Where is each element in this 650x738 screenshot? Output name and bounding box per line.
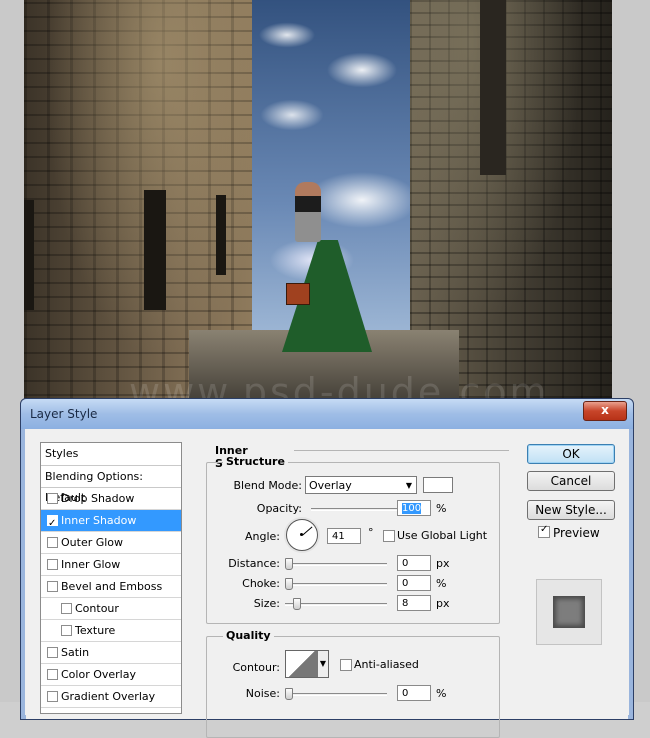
- noise-slider[interactable]: [285, 688, 387, 700]
- preview-label: Preview: [553, 526, 600, 540]
- styles-header[interactable]: Styles: [41, 443, 181, 466]
- choke-slider-thumb[interactable]: [285, 578, 293, 590]
- noise-label: Noise:: [245, 687, 280, 700]
- quality-title: Quality: [223, 629, 274, 642]
- wall-window: [216, 195, 226, 275]
- contour-label: Contour:: [232, 661, 280, 674]
- style-item-label: Satin: [61, 646, 90, 659]
- structure-group: Structure Blend Mode: Overlay ▼ Opacity:…: [206, 455, 500, 624]
- style-item-label: Inner Glow: [61, 558, 121, 571]
- style-item-label: Gradient Overlay: [61, 690, 156, 703]
- opacity-input[interactable]: 100: [397, 500, 431, 516]
- use-global-light-checkbox[interactable]: [383, 530, 395, 542]
- style-checkbox[interactable]: [47, 647, 58, 658]
- style-checkbox[interactable]: [47, 559, 58, 570]
- style-item-bevel-and-emboss[interactable]: Bevel and Emboss: [41, 576, 181, 598]
- quality-group: Quality Contour: ▼ Anti-aliased Noise: 0…: [206, 629, 500, 738]
- noise-slider-thumb[interactable]: [285, 688, 293, 700]
- blending-options-item[interactable]: Blending Options: Default: [41, 466, 181, 504]
- style-checkbox[interactable]: [47, 537, 58, 548]
- distance-slider-thumb[interactable]: [285, 558, 293, 570]
- choke-unit: %: [436, 577, 447, 590]
- style-item-gradient-overlay[interactable]: Gradient Overlay: [41, 686, 181, 708]
- style-item-label: Drop Shadow: [61, 492, 135, 505]
- size-input[interactable]: 8: [397, 595, 431, 611]
- wall-window: [24, 200, 34, 310]
- distance-input[interactable]: 0: [397, 555, 431, 571]
- dialog-titlebar[interactable]: Layer Style x: [21, 399, 633, 429]
- opacity-unit: %: [436, 502, 447, 515]
- image-canvas: www.psd-dude.com: [24, 0, 612, 410]
- size-slider[interactable]: [285, 598, 387, 610]
- style-checkbox[interactable]: [47, 691, 58, 702]
- contour-preview[interactable]: [285, 650, 319, 678]
- style-item-color-overlay[interactable]: Color Overlay: [41, 664, 181, 686]
- wall-window: [144, 190, 166, 310]
- anti-aliased-label: Anti-aliased: [354, 658, 419, 671]
- style-checkbox[interactable]: [61, 625, 72, 636]
- close-icon: x: [601, 403, 609, 417]
- structure-title: Structure: [223, 455, 288, 468]
- ok-button[interactable]: OK: [527, 444, 615, 464]
- angle-label: Angle:: [244, 530, 280, 543]
- layer-style-dialog: Layer Style x Styles Blending Options: D…: [20, 398, 634, 738]
- style-item-contour[interactable]: Contour: [41, 598, 181, 620]
- style-item-label: Color Overlay: [61, 668, 136, 681]
- style-item-inner-glow[interactable]: Inner Glow: [41, 554, 181, 576]
- style-checkbox[interactable]: [47, 513, 58, 534]
- blend-mode-select[interactable]: Overlay ▼: [305, 476, 417, 494]
- distance-unit: px: [436, 557, 450, 570]
- noise-input[interactable]: 0: [397, 685, 431, 701]
- angle-unit: °: [368, 526, 374, 539]
- blend-mode-label: Blend Mode:: [233, 479, 303, 492]
- size-label: Size:: [253, 597, 280, 610]
- angle-dial[interactable]: [286, 519, 318, 551]
- dialog-title: Layer Style: [30, 407, 98, 421]
- blend-mode-value: Overlay: [309, 479, 352, 492]
- style-item-texture[interactable]: Texture: [41, 620, 181, 642]
- choke-label: Choke:: [242, 577, 280, 590]
- section-divider: [294, 450, 509, 451]
- chevron-down-icon[interactable]: ▼: [318, 650, 329, 678]
- angle-input[interactable]: 41: [327, 528, 361, 544]
- chevron-down-icon: ▼: [405, 481, 412, 490]
- style-checkbox[interactable]: [47, 493, 58, 504]
- use-global-light-label: Use Global Light: [397, 529, 488, 542]
- shutter: [480, 0, 506, 175]
- noise-unit: %: [436, 687, 447, 700]
- distance-slider[interactable]: [285, 558, 387, 570]
- style-item-satin[interactable]: Satin: [41, 642, 181, 664]
- suitcase: [286, 283, 310, 305]
- shadow-color-swatch[interactable]: [423, 477, 453, 493]
- opacity-label: Opacity:: [256, 502, 302, 515]
- size-slider-thumb[interactable]: [293, 598, 301, 610]
- style-item-label: Texture: [75, 624, 116, 637]
- dialog-body: Styles Blending Options: Default Drop Sh…: [26, 429, 628, 738]
- choke-input[interactable]: 0: [397, 575, 431, 591]
- anti-aliased-checkbox[interactable]: [340, 659, 352, 671]
- close-button[interactable]: x: [583, 401, 627, 421]
- style-item-label: Inner Shadow: [61, 514, 137, 527]
- styles-list: Styles Blending Options: Default Drop Sh…: [40, 442, 182, 714]
- woman-figure: [295, 182, 321, 242]
- opacity-slider[interactable]: [311, 503, 405, 515]
- style-preview-swatch: [536, 579, 602, 645]
- new-style-button[interactable]: New Style...: [527, 500, 615, 520]
- style-item-label: Contour: [75, 602, 119, 615]
- style-checkbox[interactable]: [61, 603, 72, 614]
- size-unit: px: [436, 597, 450, 610]
- style-item-outer-glow[interactable]: Outer Glow: [41, 532, 181, 554]
- style-checkbox[interactable]: [47, 581, 58, 592]
- distance-label: Distance:: [228, 557, 280, 570]
- style-item-label: Outer Glow: [61, 536, 124, 549]
- cancel-button[interactable]: Cancel: [527, 471, 615, 491]
- preview-checkbox[interactable]: ✓: [538, 524, 550, 538]
- style-item-drop-shadow[interactable]: Drop Shadow: [41, 488, 181, 510]
- style-item-label: Bevel and Emboss: [61, 580, 163, 593]
- style-item-inner-shadow[interactable]: Inner Shadow: [41, 510, 181, 534]
- style-checkbox[interactable]: [47, 669, 58, 680]
- choke-slider[interactable]: [285, 578, 387, 590]
